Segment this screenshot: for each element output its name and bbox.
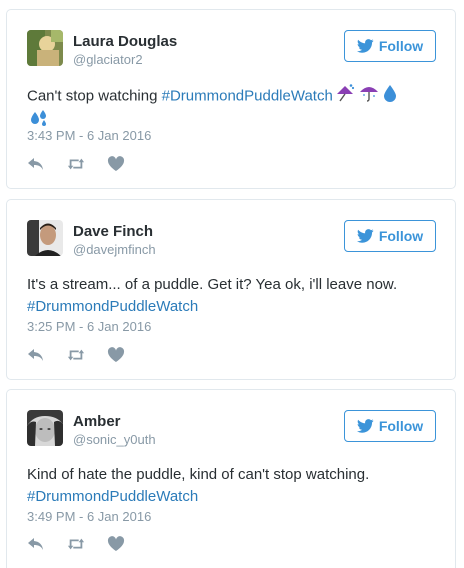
follow-button[interactable]: Follow	[344, 220, 436, 252]
reply-icon[interactable]	[27, 536, 45, 552]
hashtag-link[interactable]: #DrummondPuddleWatch	[27, 488, 198, 505]
retweet-icon[interactable]	[67, 536, 85, 552]
avatar[interactable]	[27, 30, 63, 66]
retweet-icon[interactable]	[67, 347, 85, 363]
tweet-timestamp[interactable]: 3:49 PM - 6 Jan 2016	[27, 509, 151, 524]
tweet-card: Amber @sonic_y0uth Follow Kind of hate t…	[6, 389, 456, 568]
follow-label: Follow	[378, 418, 424, 434]
user-handle[interactable]: @sonic_y0uth	[73, 432, 156, 447]
display-name[interactable]: Amber	[73, 413, 121, 430]
tweet-actions	[27, 347, 125, 363]
tweet-timestamp[interactable]: 3:43 PM - 6 Jan 2016	[27, 128, 151, 143]
tweet-body: It's a stream... of a puddle. Get it? Ye…	[27, 276, 398, 293]
twitter-bird-icon	[356, 39, 374, 53]
heart-icon[interactable]	[107, 536, 125, 552]
tweet-actions	[27, 156, 125, 172]
follow-button[interactable]: Follow	[344, 410, 436, 442]
avatar[interactable]	[27, 220, 63, 256]
user-handle[interactable]: @glaciator2	[73, 52, 143, 67]
heart-icon[interactable]	[107, 347, 125, 363]
reply-icon[interactable]	[27, 347, 45, 363]
tweet-card: Laura Douglas @glaciator2 Follow Can't s…	[6, 9, 456, 189]
twitter-bird-icon	[356, 419, 374, 433]
tweet-text: It's a stream... of a puddle. Get it? Ye…	[27, 274, 442, 318]
display-name[interactable]: Laura Douglas	[73, 33, 177, 50]
umbrella-emoji	[359, 84, 379, 109]
follow-label: Follow	[378, 228, 424, 244]
twitter-bird-icon	[356, 229, 374, 243]
user-handle[interactable]: @davejmfinch	[73, 242, 156, 257]
tweet-actions	[27, 536, 125, 552]
hashtag-link[interactable]: #DrummondPuddleWatch	[27, 298, 198, 315]
heart-icon[interactable]	[107, 156, 125, 172]
umbrella-with-rain-emoji	[335, 84, 355, 109]
tweet-body: Kind of hate the puddle, kind of can't s…	[27, 466, 370, 483]
tweet-body: Can't stop watching	[27, 87, 162, 105]
tweet-text: Kind of hate the puddle, kind of can't s…	[27, 464, 442, 508]
tweet-card: Dave Finch @davejmfinch Follow It's a st…	[6, 199, 456, 380]
follow-label: Follow	[378, 38, 424, 54]
hashtag-link[interactable]: #DrummondPuddleWatch	[162, 87, 333, 104]
tweet-text: Can't stop watching #DrummondPuddleWatch	[27, 84, 442, 134]
retweet-icon[interactable]	[67, 156, 85, 172]
follow-button[interactable]: Follow	[344, 30, 436, 62]
tweet-timestamp[interactable]: 3:25 PM - 6 Jan 2016	[27, 319, 151, 334]
display-name[interactable]: Dave Finch	[73, 223, 153, 240]
reply-icon[interactable]	[27, 156, 45, 172]
avatar[interactable]	[27, 410, 63, 446]
droplet-emoji	[383, 84, 397, 109]
